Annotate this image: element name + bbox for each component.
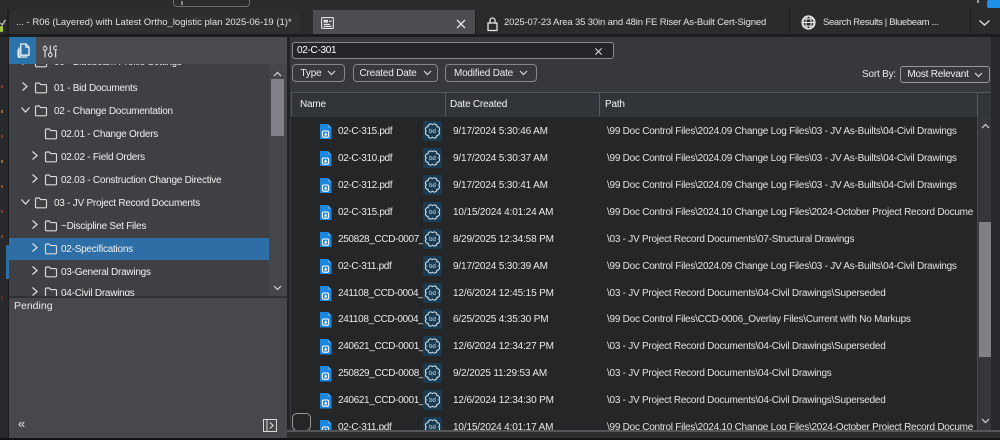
svg-text:bd: bd	[429, 264, 436, 270]
svg-text:bd: bd	[429, 372, 436, 378]
svg-text:bd: bd	[429, 345, 436, 351]
svg-text:bd: bd	[429, 291, 436, 297]
svg-text:bd: bd	[429, 210, 436, 216]
svg-text:bd: bd	[429, 156, 436, 162]
svg-text:bd: bd	[429, 318, 436, 324]
svg-text:bd: bd	[429, 237, 436, 243]
svg-text:bd: bd	[429, 183, 436, 189]
svg-text:bd: bd	[429, 129, 436, 135]
svg-text:bd: bd	[429, 398, 436, 404]
